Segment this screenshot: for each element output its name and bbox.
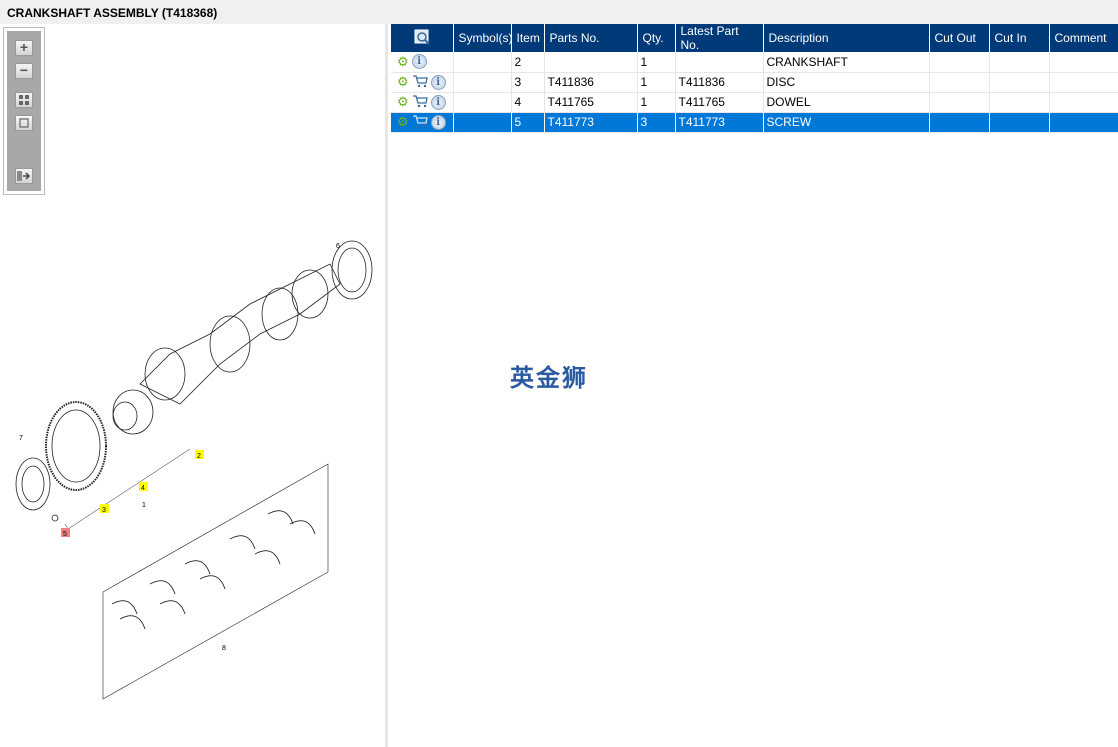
cell-qty: 1 — [637, 92, 676, 113]
gear-icon[interactable]: ⚙ — [397, 94, 409, 110]
info-icon[interactable]: i — [411, 54, 427, 70]
cell-qty: 1 — [637, 52, 676, 73]
cell-comment — [1049, 112, 1118, 133]
column-header-cut-out[interactable]: Cut Out — [929, 24, 990, 52]
cart-icon[interactable] — [412, 114, 428, 131]
column-search-icon[interactable] — [391, 24, 454, 52]
cell-cut-in — [989, 52, 1050, 73]
cell-cut-in — [989, 92, 1050, 113]
disc — [45, 401, 107, 491]
watermark: 英金狮 — [510, 364, 588, 392]
info-icon[interactable]: i — [430, 114, 446, 130]
cell-symbols — [453, 72, 512, 93]
table-row[interactable]: ⚙ i 2 1 CRANKSHAFT — [391, 52, 1118, 73]
table-row[interactable]: ⚙ i 4 T411765 1 T411765 DOWEL — [391, 92, 1118, 113]
cell-latest-part-no: T411765 — [675, 92, 764, 113]
cell-parts-no: T411773 — [544, 112, 638, 133]
cell-parts-no: T411765 — [544, 92, 638, 113]
cell-qty: 3 — [637, 112, 676, 133]
diagram-panel[interactable]: + − 6 7 2 4 3 1 5 8 — [0, 24, 388, 747]
cell-cut-out — [929, 72, 990, 93]
cell-description: SCREW — [763, 112, 930, 133]
parts-table: Symbol(s) Item Parts No. Qty. Latest Par… — [391, 24, 1118, 133]
callout-4[interactable]: 4 — [141, 485, 145, 492]
cart-icon[interactable] — [412, 74, 428, 91]
cell-description: DISC — [763, 72, 930, 93]
cell-item: 4 — [511, 92, 545, 113]
cart-icon[interactable] — [412, 94, 428, 111]
cell-parts-no: T411836 — [544, 72, 638, 93]
cell-item: 3 — [511, 72, 545, 93]
cell-symbols — [453, 92, 512, 113]
cell-cut-out — [929, 92, 990, 113]
cell-latest-part-no — [675, 52, 764, 73]
crankshaft — [139, 263, 341, 405]
callout-3[interactable]: 3 — [102, 507, 106, 514]
row-icons: ⚙ i — [391, 112, 454, 133]
page-title: CRANKSHAFT ASSEMBLY (T418368) — [0, 0, 1118, 24]
column-header-symbols[interactable]: Symbol(s) — [453, 24, 513, 52]
column-header-qty[interactable]: Qty. — [637, 24, 676, 52]
info-icon[interactable]: i — [430, 74, 446, 90]
bearing-box — [102, 463, 329, 700]
row-icons: ⚙ i — [391, 92, 454, 113]
table-row[interactable]: ⚙ i 5 T411773 3 T411773 SCREW — [391, 112, 1118, 133]
cell-latest-part-no: T411773 — [675, 112, 764, 133]
cell-comment — [1049, 72, 1118, 93]
table-row[interactable]: ⚙ i 3 T411836 1 T411836 DISC — [391, 72, 1118, 93]
gear-icon[interactable]: ⚙ — [397, 74, 409, 90]
cell-comment — [1049, 52, 1118, 73]
gear-icon[interactable]: ⚙ — [397, 114, 409, 130]
actual-size-button[interactable] — [15, 115, 33, 131]
callout-8[interactable]: 8 — [222, 645, 226, 652]
column-header-latest-part-no[interactable]: Latest Part No. — [675, 24, 764, 52]
cell-cut-in — [989, 112, 1050, 133]
cell-qty: 1 — [637, 72, 676, 93]
zoom-out-button[interactable]: − — [15, 63, 33, 79]
column-header-comment[interactable]: Comment — [1049, 24, 1118, 52]
gear-icon[interactable]: ⚙ — [397, 54, 409, 70]
row-icons: ⚙ i — [391, 72, 454, 93]
zoom-in-button[interactable]: + — [15, 40, 33, 56]
cell-description: DOWEL — [763, 92, 930, 113]
column-header-item[interactable]: Item — [511, 24, 545, 52]
cell-cut-out — [929, 112, 990, 133]
cell-symbols — [453, 112, 512, 133]
column-header-parts-no[interactable]: Parts No. — [544, 24, 638, 52]
cell-item: 2 — [511, 52, 545, 73]
fit-all-button[interactable] — [15, 92, 33, 108]
cell-description: CRANKSHAFT — [763, 52, 930, 73]
cell-item: 5 — [511, 112, 545, 133]
info-icon[interactable]: i — [430, 94, 446, 110]
callout-5[interactable]: 5 — [63, 531, 67, 538]
cell-parts-no — [544, 52, 638, 73]
callout-6[interactable]: 6 — [336, 243, 340, 250]
callout-7[interactable]: 7 — [19, 435, 23, 442]
gear — [112, 389, 154, 435]
export-button[interactable] — [15, 168, 33, 184]
cell-cut-out — [929, 52, 990, 73]
row-icons: ⚙ i — [391, 52, 454, 73]
column-header-cut-in[interactable]: Cut In — [989, 24, 1050, 52]
diagram-toolbar: + − — [3, 27, 45, 195]
callout-1[interactable]: 1 — [142, 502, 146, 509]
exploded-diagram: 6 7 2 4 3 1 5 8 — [15, 240, 373, 700]
column-header-description[interactable]: Description — [763, 24, 930, 52]
cell-symbols — [453, 52, 512, 73]
cell-cut-in — [989, 72, 1050, 93]
cell-latest-part-no: T411836 — [675, 72, 764, 93]
callout-2[interactable]: 2 — [197, 453, 201, 460]
cell-comment — [1049, 92, 1118, 113]
